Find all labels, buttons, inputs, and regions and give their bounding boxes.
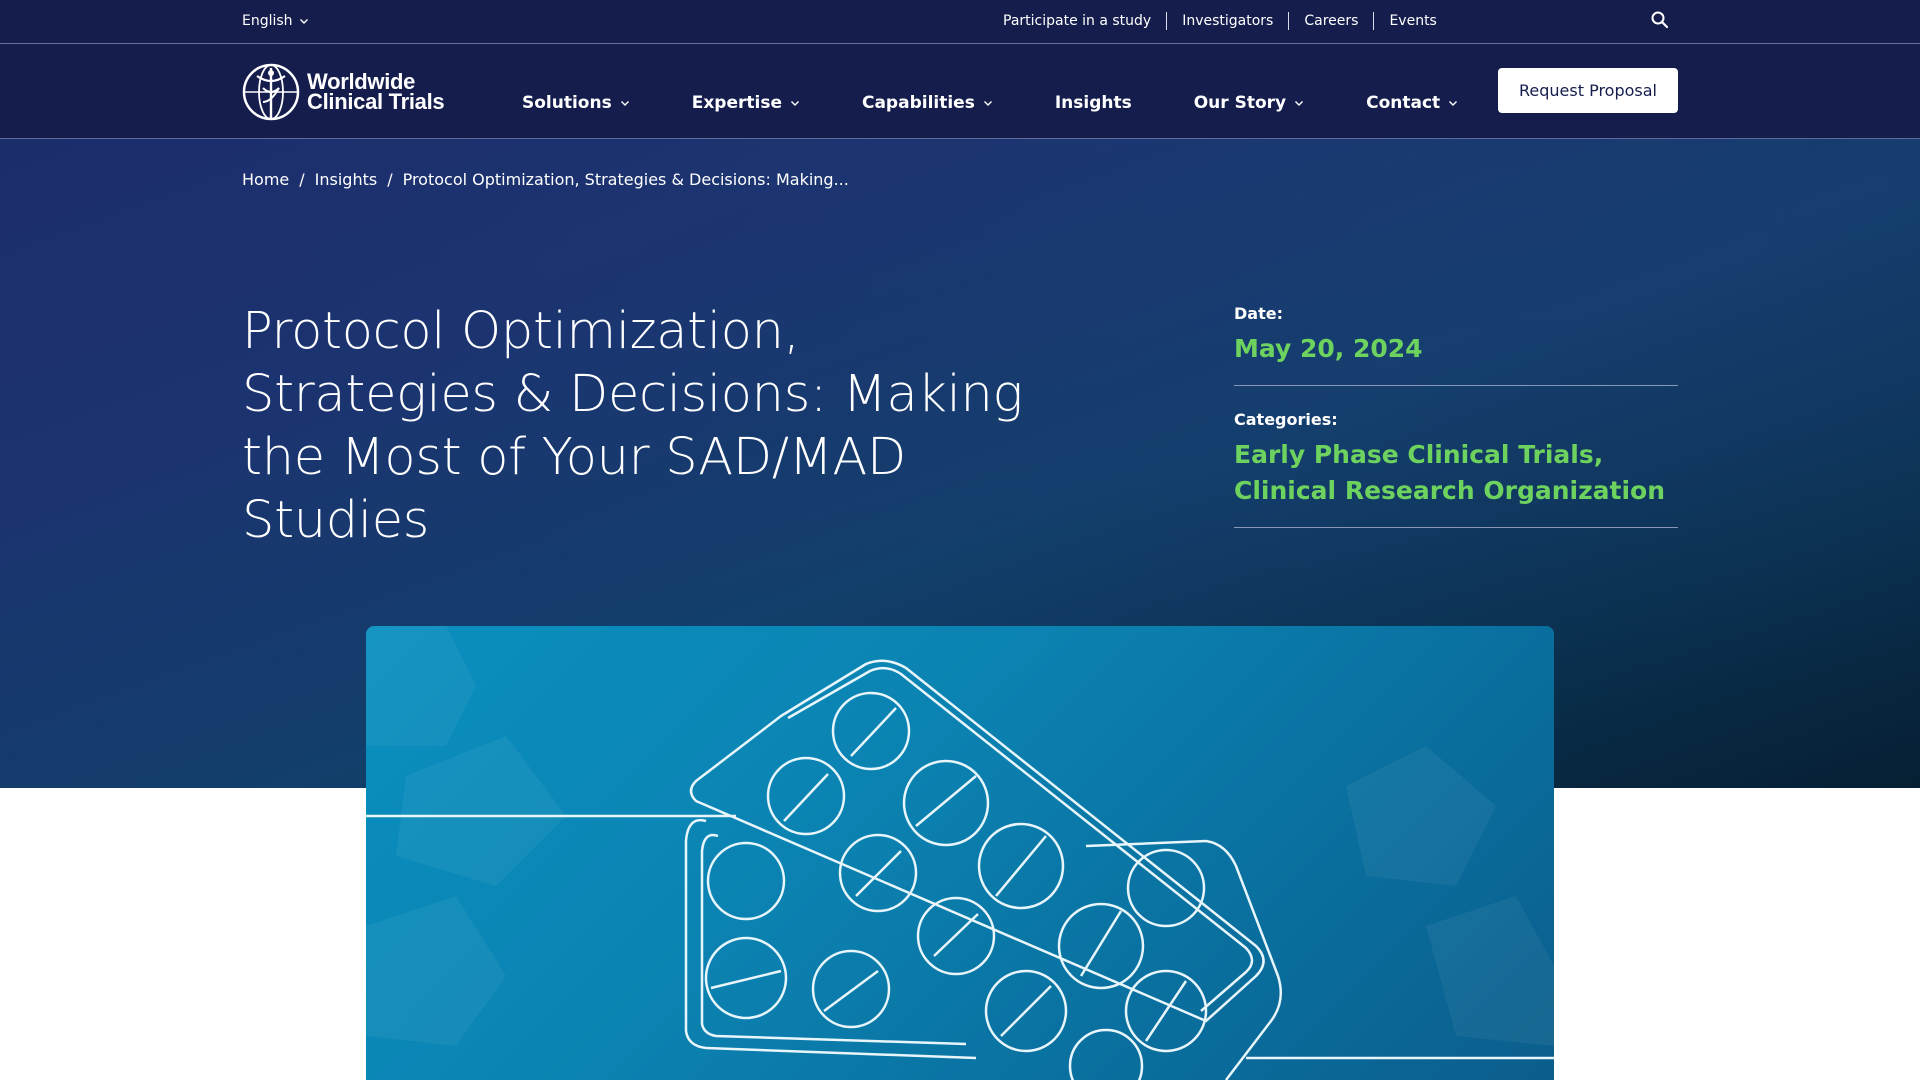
- participate-link[interactable]: Participate in a study: [1003, 12, 1166, 30]
- language-label: English: [242, 13, 293, 29]
- investigators-link[interactable]: Investigators: [1166, 12, 1288, 30]
- feature-image: [366, 626, 1554, 1080]
- categories-block: Categories: Early Phase Clinical Trials,…: [1234, 410, 1678, 528]
- date-value: May 20, 2024: [1234, 334, 1423, 363]
- nav-item-contact[interactable]: Contact: [1366, 93, 1458, 113]
- nav-label: Solutions: [522, 93, 612, 113]
- chevron-down-icon: [983, 101, 992, 106]
- language-selector[interactable]: English: [242, 13, 309, 29]
- chevron-down-icon: [1295, 101, 1304, 106]
- nav-label: Capabilities: [861, 93, 975, 113]
- chevron-down-icon: [790, 101, 799, 106]
- nav-label: Contact: [1366, 93, 1441, 113]
- nav-item-capabilities[interactable]: Capabilities: [862, 93, 993, 113]
- breadcrumb-current: Protocol Optimization, Strategies & Deci…: [402, 170, 849, 189]
- brand-line2: Clinical Trials: [307, 89, 445, 114]
- date-label: Date:: [1234, 304, 1283, 323]
- nav-item-our-story[interactable]: Our Story: [1194, 93, 1304, 113]
- utility-links: Participate in a study Investigators Car…: [1003, 12, 1452, 30]
- chevron-down-icon: [1449, 101, 1458, 106]
- breadcrumb-separator: /: [387, 170, 393, 189]
- blister-pack-illustration: [366, 626, 1554, 1080]
- brand-name: Worldwide Clinical Trials: [307, 71, 445, 114]
- breadcrumb: Home / Insights / Protocol Optimization,…: [242, 170, 849, 189]
- breadcrumb-home[interactable]: Home: [242, 170, 289, 189]
- chevron-down-icon: [620, 101, 629, 106]
- caduceus-globe-icon: [242, 63, 300, 121]
- breadcrumb-separator: /: [299, 170, 305, 189]
- article-meta: Date: May 20, 2024 Categories: Early Pha…: [1234, 304, 1678, 528]
- careers-link[interactable]: Careers: [1288, 12, 1373, 30]
- nav-menu: Solutions Expertise Capabilities Insight…: [522, 93, 1520, 113]
- nav-item-solutions[interactable]: Solutions: [522, 93, 630, 113]
- categories-value[interactable]: Early Phase Clinical Trials, Clinical Re…: [1234, 437, 1678, 509]
- events-link[interactable]: Events: [1373, 12, 1451, 30]
- request-proposal-button[interactable]: Request Proposal: [1498, 68, 1678, 113]
- nav-item-insights[interactable]: Insights: [1055, 93, 1132, 113]
- date-block: Date: May 20, 2024: [1234, 304, 1678, 386]
- utility-bar: English Participate in a study Investiga…: [0, 0, 1920, 44]
- categories-label: Categories:: [1234, 410, 1338, 429]
- search-button[interactable]: [1650, 10, 1672, 32]
- nav-label: Expertise: [691, 93, 782, 113]
- page-title: Protocol Optimization, Strategies & Deci…: [242, 302, 1023, 550]
- brand-logo[interactable]: Worldwide Clinical Trials: [241, 62, 445, 122]
- search-icon: [1651, 11, 1669, 29]
- chevron-down-icon: [299, 19, 308, 24]
- nav-item-expertise[interactable]: Expertise: [692, 93, 800, 113]
- nav-label: Our Story: [1193, 93, 1287, 113]
- nav-label: Insights: [1054, 93, 1132, 113]
- breadcrumb-insights[interactable]: Insights: [315, 170, 378, 189]
- main-navigation: Worldwide Clinical Trials Solutions Expe…: [0, 44, 1920, 139]
